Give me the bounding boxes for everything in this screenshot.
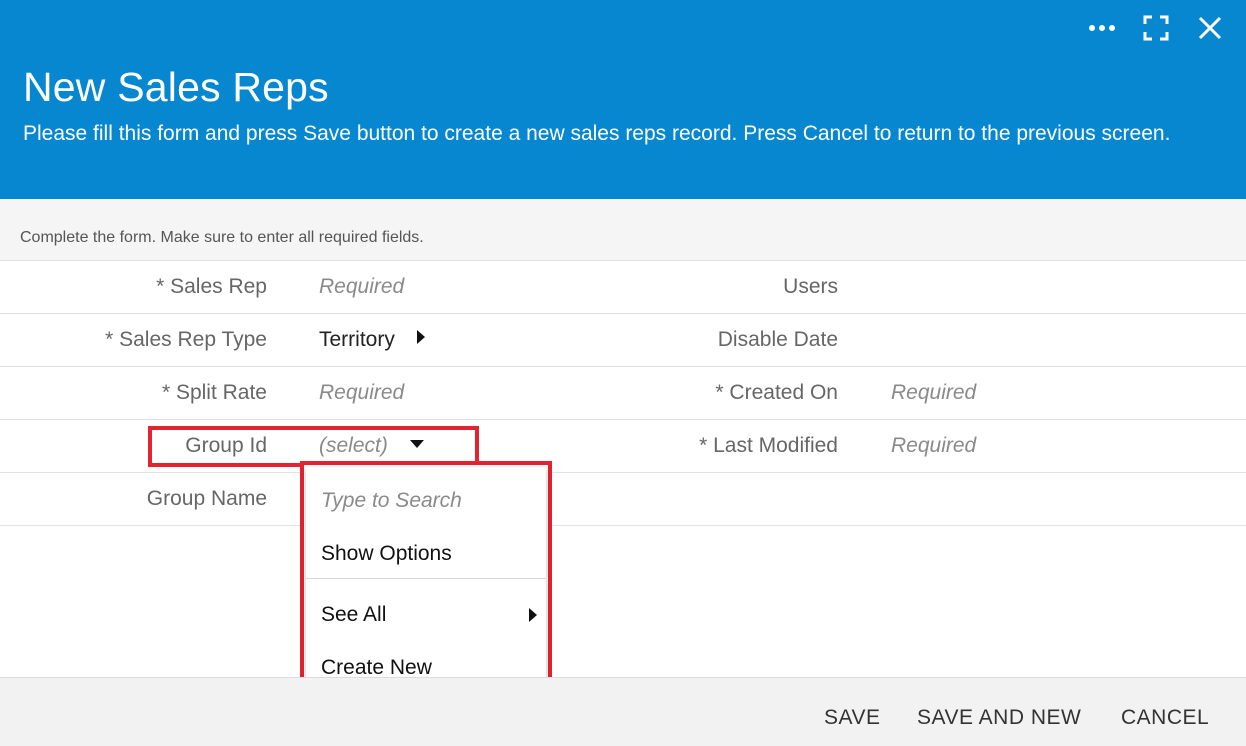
see-all-label: See All xyxy=(321,603,387,626)
dropdown-divider xyxy=(306,578,546,579)
sales-rep-type-value: Territory xyxy=(319,328,395,351)
disable-date-label: Disable Date xyxy=(717,328,838,351)
sales-rep-input[interactable]: Required xyxy=(319,275,404,299)
form-row: * Sales Rep Required Users xyxy=(0,261,1246,314)
caret-right-icon xyxy=(416,330,425,344)
window-controls xyxy=(1088,14,1224,42)
show-options-item[interactable]: Show Options xyxy=(321,542,452,566)
more-icon[interactable] xyxy=(1088,14,1116,42)
save-and-new-button[interactable]: SAVE AND NEW xyxy=(917,706,1081,730)
sales-rep-type-select[interactable]: Territory xyxy=(319,328,425,352)
form-row: * Sales Rep Type Territory Disable Date xyxy=(0,314,1246,367)
caret-down-icon xyxy=(409,440,424,448)
group-id-dropdown-menu: Type to Search Show Options See All Crea… xyxy=(300,461,552,703)
form-row: Group Id (select) * Last Modified Requir… xyxy=(0,420,1246,473)
dialog-footer: SAVE SAVE AND NEW CANCEL xyxy=(0,677,1246,746)
users-label: Users xyxy=(783,275,838,298)
last-modified-label: * Last Modified xyxy=(699,434,838,457)
sales-rep-form: * Sales Rep Required Users * Sales Rep T… xyxy=(0,261,1246,526)
instructions-bar: Complete the form. Make sure to enter al… xyxy=(0,199,1246,261)
group-id-label: Group Id xyxy=(185,434,267,457)
group-id-value: (select) xyxy=(319,434,388,457)
group-name-label: Group Name xyxy=(146,487,267,510)
last-modified-input[interactable]: Required xyxy=(891,434,976,458)
created-on-label: * Created On xyxy=(715,381,838,404)
form-instructions: Complete the form. Make sure to enter al… xyxy=(20,229,424,246)
dropdown-search-input[interactable]: Type to Search xyxy=(321,489,462,513)
dialog-header: New Sales Reps Please fill this form and… xyxy=(0,0,1246,199)
save-button[interactable]: SAVE xyxy=(824,706,880,730)
close-icon[interactable] xyxy=(1196,14,1224,42)
dialog-subtitle: Please fill this form and press Save but… xyxy=(23,122,1171,145)
split-rate-input[interactable]: Required xyxy=(319,381,404,405)
cancel-button[interactable]: CANCEL xyxy=(1121,706,1209,730)
form-row: * Split Rate Required * Created On Requi… xyxy=(0,367,1246,420)
submenu-arrow-icon xyxy=(529,608,537,622)
maximize-icon[interactable] xyxy=(1142,14,1170,42)
split-rate-label: * Split Rate xyxy=(161,381,267,404)
sales-rep-label: * Sales Rep xyxy=(156,275,267,298)
see-all-item[interactable]: See All xyxy=(321,603,537,627)
sales-rep-type-label: * Sales Rep Type xyxy=(105,328,267,351)
dropdown-panel: Type to Search Show Options See All Crea… xyxy=(306,467,546,697)
dialog-title: New Sales Reps xyxy=(23,64,329,110)
form-row: Group Name xyxy=(0,473,1246,526)
group-id-select[interactable]: (select) xyxy=(319,434,424,458)
created-on-input[interactable]: Required xyxy=(891,381,976,405)
